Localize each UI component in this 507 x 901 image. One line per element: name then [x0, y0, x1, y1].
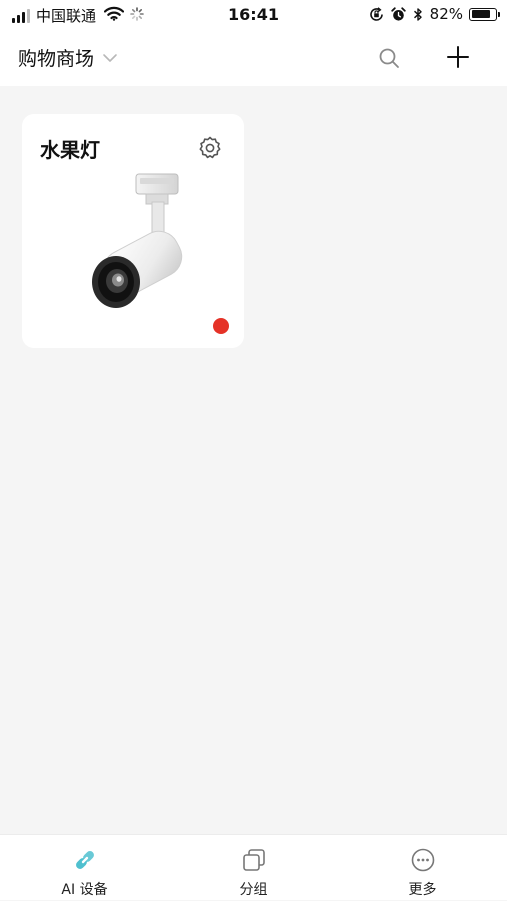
chevron-down-icon	[102, 53, 118, 63]
tab-label: 更多	[408, 882, 437, 898]
search-icon[interactable]	[377, 46, 401, 70]
battery-percent: 82%	[429, 5, 463, 23]
gear-icon[interactable]	[197, 135, 223, 161]
alarm-icon	[390, 6, 406, 22]
bluetooth-icon	[413, 7, 423, 22]
tab-more[interactable]: 更多	[338, 835, 507, 901]
track-spotlight-image	[80, 172, 190, 312]
group-icon	[241, 847, 267, 873]
location-selector[interactable]: 购物商场	[18, 44, 118, 71]
orientation-lock-icon	[369, 6, 384, 22]
plus-icon[interactable]	[445, 44, 471, 70]
tab-ai-devices[interactable]: AI 设备	[0, 835, 169, 901]
device-name: 水果灯	[40, 138, 100, 162]
page-title: 购物商场	[18, 48, 95, 70]
status-bar-right: 82%	[362, 5, 500, 23]
tab-bar: AI 设备 分组 更多	[0, 834, 507, 900]
battery-fill	[471, 10, 490, 18]
more-icon	[410, 847, 436, 873]
device-card[interactable]: 水果灯	[22, 114, 244, 348]
tab-label: AI 设备	[61, 882, 108, 898]
link-icon	[72, 847, 98, 873]
device-list: 水果灯	[0, 86, 507, 834]
tab-label: 分组	[239, 882, 268, 898]
battery-icon	[469, 7, 500, 21]
tab-group[interactable]: 分组	[169, 835, 338, 901]
status-bar: 中国联通 16:41 82%	[0, 0, 507, 30]
status-dot	[213, 318, 229, 334]
header-bar: 购物商场	[0, 30, 507, 86]
